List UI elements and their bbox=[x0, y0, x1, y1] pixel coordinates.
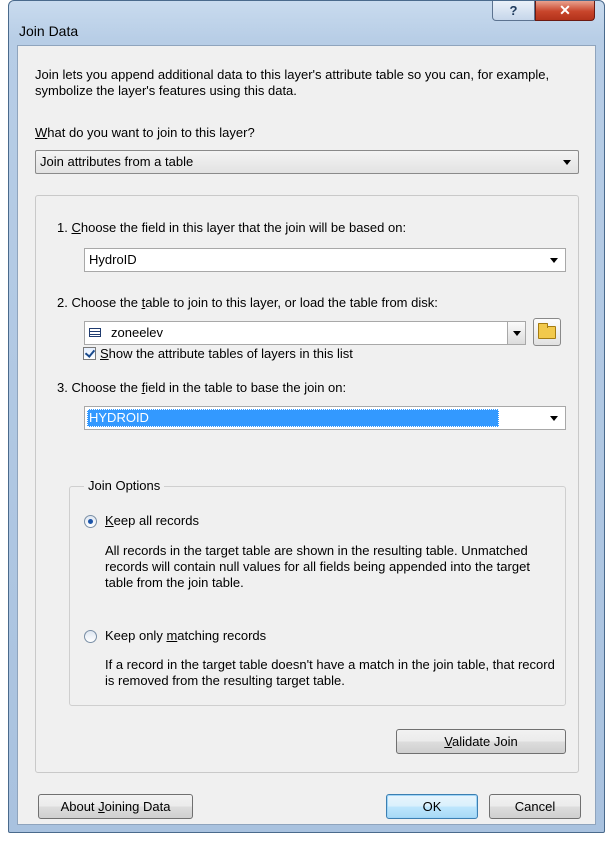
chevron-down-icon bbox=[513, 331, 521, 336]
join-type-dropdown[interactable]: Join attributes from a table bbox=[35, 150, 579, 174]
keep-all-description: All records in the target table are show… bbox=[105, 543, 530, 590]
step1-number: 1. bbox=[57, 220, 72, 235]
keep-all-records-label[interactable]: Keep all records bbox=[105, 513, 199, 528]
validate-accel: V bbox=[444, 734, 452, 749]
join-type-accel: W bbox=[35, 125, 48, 140]
keep-matching-accel: m bbox=[166, 628, 178, 643]
join-table-value: zoneelev bbox=[111, 325, 164, 340]
join-options-group: Join Options Keep all records All record… bbox=[69, 478, 566, 706]
keep-matching-pre: Keep only bbox=[105, 628, 167, 643]
open-folder-icon bbox=[538, 323, 556, 339]
step3-text-post: ield in the table to base the join on: bbox=[145, 380, 347, 395]
keep-matching-records-label[interactable]: Keep only matching records bbox=[105, 628, 266, 643]
chevron-down-icon bbox=[563, 160, 571, 165]
checkbox-label: how the attribute tables of layers in th… bbox=[108, 346, 353, 361]
ok-button[interactable]: OK bbox=[386, 794, 478, 819]
about-joining-data-button[interactable]: About Joining Data bbox=[38, 794, 193, 819]
title-bar[interactable]: Join Data ? ✕ bbox=[9, 1, 604, 45]
window-title: Join Data bbox=[19, 23, 79, 39]
join-data-dialog: Join Data ? ✕ Join lets you append addit… bbox=[8, 0, 605, 833]
layer-field-dropdown[interactable]: HydroID bbox=[84, 248, 566, 272]
show-attribute-tables-checkbox[interactable]: Show the attribute tables of layers in t… bbox=[83, 346, 353, 361]
step2-text-post: able to join to this layer, or load the … bbox=[145, 295, 438, 310]
close-button[interactable]: ✕ bbox=[535, 1, 595, 21]
table-icon bbox=[89, 328, 101, 337]
keep-all-records-radio[interactable] bbox=[84, 515, 97, 528]
dialog-body: Join lets you append additional data to … bbox=[17, 45, 596, 825]
join-table-dropdown-button[interactable] bbox=[507, 322, 525, 344]
checkbox-accel: S bbox=[100, 346, 109, 361]
keep-matching-records-radio[interactable] bbox=[84, 630, 97, 643]
about-post: oining Data bbox=[104, 799, 171, 814]
keep-matching-post: atching records bbox=[177, 628, 267, 643]
step1-text: hoose the field in this layer that the j… bbox=[80, 220, 407, 235]
keep-all-text: eep all records bbox=[113, 513, 199, 528]
join-options-legend: Join Options bbox=[84, 478, 165, 493]
step1-label: 1. Choose the field in this layer that t… bbox=[57, 220, 406, 235]
about-pre: About bbox=[60, 799, 99, 814]
join-field-dropdown[interactable]: HYDROID bbox=[84, 406, 566, 430]
join-settings-panel: 1. Choose the field in this layer that t… bbox=[35, 195, 579, 773]
step3-text-pre: 3. Choose the bbox=[57, 380, 142, 395]
step2-label: 2. Choose the table to join to this laye… bbox=[57, 295, 438, 310]
intro-text: Join lets you append additional data to … bbox=[35, 67, 550, 98]
join-type-label: What do you want to join to this layer? bbox=[35, 125, 255, 140]
join-type-value: Join attributes from a table bbox=[40, 154, 194, 169]
keep-all-accel: K bbox=[105, 513, 114, 528]
keep-matching-description: If a record in the target table doesn't … bbox=[105, 657, 555, 688]
browse-table-button[interactable] bbox=[533, 318, 561, 346]
join-field-value: HYDROID bbox=[87, 409, 499, 427]
step3-label: 3. Choose the field in the table to base… bbox=[57, 380, 346, 395]
validate-join-button[interactable]: Validate Join bbox=[396, 729, 566, 754]
join-table-dropdown[interactable]: zoneelev bbox=[84, 321, 526, 345]
chevron-down-icon bbox=[550, 416, 558, 421]
step2-text-pre: 2. Choose the bbox=[57, 295, 142, 310]
step1-accel: C bbox=[71, 220, 81, 235]
chevron-down-icon bbox=[550, 258, 558, 263]
validate-label: alidate Join bbox=[451, 734, 518, 749]
checkmark-icon[interactable] bbox=[83, 347, 96, 360]
layer-field-value: HydroID bbox=[89, 252, 137, 267]
cancel-button[interactable]: Cancel bbox=[489, 794, 581, 819]
join-type-label-text: hat do you want to join to this layer? bbox=[47, 125, 255, 140]
help-button[interactable]: ? bbox=[492, 1, 535, 21]
